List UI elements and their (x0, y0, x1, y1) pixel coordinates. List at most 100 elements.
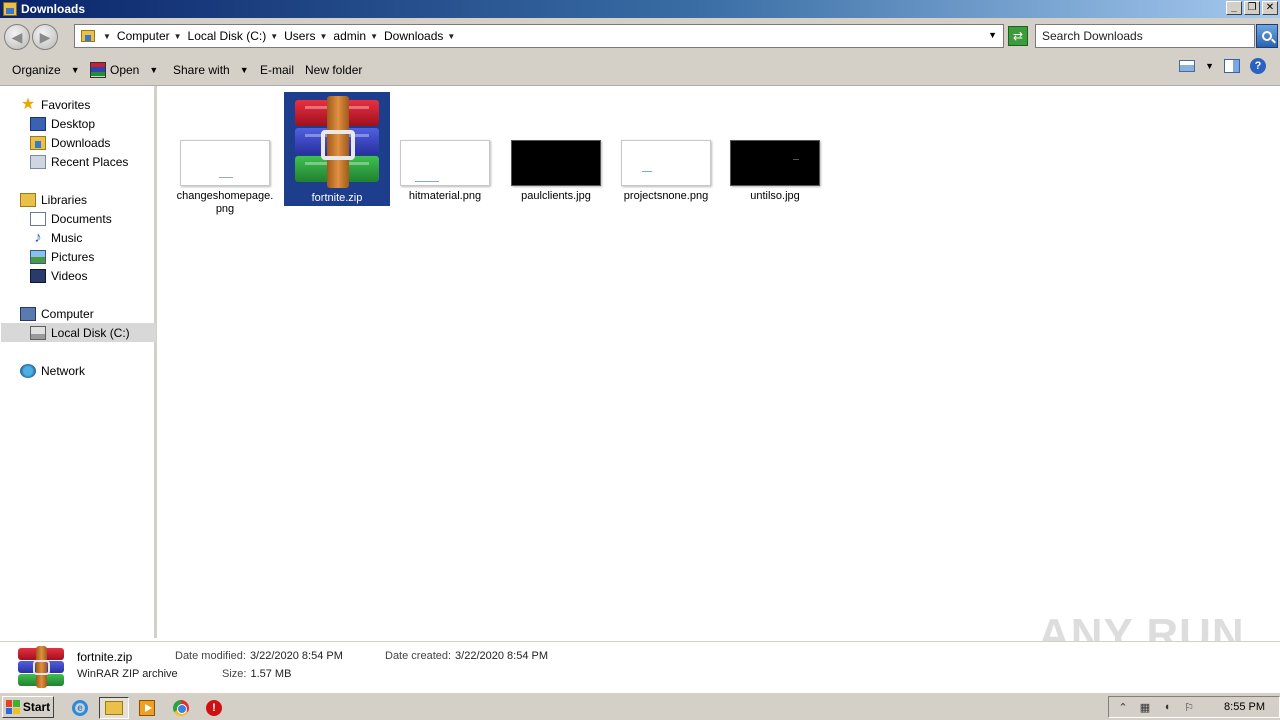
file-name: changeshomepage. png (176, 190, 274, 215)
open-button[interactable]: Open ▼ (86, 58, 162, 82)
downloads-folder-icon (81, 30, 95, 42)
minimize-button[interactable]: _ (1226, 1, 1242, 15)
forward-arrow-icon: ▶ (39, 28, 51, 45)
help-icon[interactable]: ? (1250, 58, 1266, 74)
search-icon (1262, 31, 1272, 41)
nav-downloads[interactable]: Downloads (30, 133, 110, 152)
chrome-icon (173, 700, 189, 716)
taskbar-chrome[interactable] (169, 697, 193, 719)
preview-pane-icon[interactable] (1224, 59, 1240, 73)
chevron-down-icon: ▼ (270, 31, 279, 41)
explorer-folder-icon (105, 701, 123, 715)
file-name: paulclients.jpg (521, 190, 591, 202)
network-status-icon[interactable]: ▦ (1137, 700, 1153, 714)
email-button[interactable]: E-mail (256, 58, 298, 82)
image-thumbnail (400, 140, 490, 186)
file-list[interactable]: changeshomepage. png fortnite.zip hitmat… (160, 86, 1280, 638)
command-bar: Organize ▼ Open ▼ Share with ▼ E-mail New f… (0, 54, 1280, 86)
file-item-projectsnone[interactable]: projectsnone.png (613, 140, 719, 203)
chevron-down-icon: ▼ (103, 31, 111, 41)
details-size: Size: 1.57 MB (222, 668, 292, 680)
nav-music[interactable]: ♪ Music (30, 228, 82, 247)
file-name: hitmaterial.png (408, 190, 482, 202)
computer-icon (20, 306, 36, 321)
chevron-down-icon: ▼ (70, 64, 80, 75)
network-icon (20, 363, 36, 378)
taskbar-stop-app[interactable]: ! (202, 697, 226, 719)
documents-icon (30, 211, 46, 226)
clock[interactable]: 8:55 PM (1224, 701, 1265, 713)
show-hidden-icons-icon[interactable]: ⌃ (1115, 700, 1131, 714)
back-button[interactable]: ◀ (4, 24, 30, 50)
back-arrow-icon: ◀ (11, 28, 23, 45)
file-item-untilso[interactable]: untilso.jpg (722, 140, 828, 203)
nav-recent-places[interactable]: Recent Places (30, 152, 128, 171)
chevron-down-icon: ▼ (173, 31, 182, 41)
address-bar[interactable]: ▼ Computer ▼ Local Disk (C:) ▼ Users ▼ admi… (74, 24, 1004, 48)
file-item-paulclients[interactable]: paulclients.jpg (503, 140, 609, 203)
details-file-type: WinRAR ZIP archive (77, 668, 178, 680)
address-row: ◀ ▶ ▼ Computer ▼ Local Disk (C:) ▼ Users ▼ … (0, 18, 1280, 54)
videos-icon (30, 268, 46, 283)
nav-documents[interactable]: Documents (30, 209, 112, 228)
breadcrumb-root-arrow[interactable]: ▼ (99, 32, 117, 41)
winrar-icon (90, 61, 106, 78)
nav-network[interactable]: Network (20, 361, 85, 380)
volume-icon[interactable]: ◖ (1159, 700, 1175, 714)
search-input[interactable]: Search Downloads (1035, 24, 1255, 48)
search-button[interactable] (1256, 24, 1278, 48)
file-item-changeshomepage[interactable]: changeshomepage. png (172, 140, 278, 216)
restore-button[interactable]: ❐ (1244, 1, 1260, 15)
start-button[interactable]: Start (2, 696, 54, 718)
windows-logo-icon (5, 700, 20, 714)
nav-desktop[interactable]: Desktop (30, 114, 95, 133)
address-history-dropdown[interactable]: ▼ (988, 30, 997, 40)
winrar-archive-icon (18, 646, 64, 688)
taskbar-windows-explorer[interactable] (99, 697, 129, 719)
file-name: projectsnone.png (623, 190, 709, 202)
folder-icon (3, 2, 17, 16)
nav-videos[interactable]: Videos (30, 266, 87, 285)
close-button[interactable]: ✕ (1262, 1, 1278, 15)
refresh-icon: ⇄ (1012, 29, 1024, 43)
nav-computer[interactable]: Computer (20, 304, 94, 323)
new-folder-button[interactable]: New folder (301, 58, 366, 82)
chevron-down-icon: ▼ (149, 64, 159, 75)
breadcrumb-downloads[interactable]: Downloads ▼ (384, 29, 461, 43)
share-with-button[interactable]: Share with ▼ (169, 58, 253, 82)
chevron-down-icon: ▼ (370, 31, 379, 41)
change-view-icon[interactable] (1179, 60, 1196, 72)
taskbar-media-player[interactable] (135, 697, 159, 719)
details-pane: fortnite.zip WinRAR ZIP archive Date mod… (0, 641, 1280, 691)
details-date-created: Date created: 3/22/2020 8:54 PM (385, 650, 549, 662)
forward-button[interactable]: ▶ (32, 24, 58, 50)
libraries-icon (20, 192, 36, 207)
desktop-icon (30, 116, 46, 131)
details-date-modified: Date modified: 3/22/2020 8:54 PM (175, 650, 343, 662)
taskbar: Start e ! ⌃ ▦ ◖ ⚐ 8:55 PM (0, 692, 1280, 720)
nav-favorites[interactable]: ★ Favorites (20, 95, 91, 114)
organize-button[interactable]: Organize ▼ (8, 58, 84, 82)
file-name: fortnite.zip (311, 192, 363, 204)
title-bar[interactable]: Downloads _ ❐ ✕ (0, 0, 1280, 18)
nav-pictures[interactable]: Pictures (30, 247, 94, 266)
toolbar-right: ▼ ? (1179, 58, 1266, 74)
media-player-icon (139, 700, 155, 716)
file-item-hitmaterial[interactable]: hitmaterial.png (392, 140, 498, 203)
view-dropdown-icon[interactable]: ▼ (1205, 61, 1214, 71)
nav-local-disk[interactable]: Local Disk (C:) (1, 323, 156, 342)
breadcrumb-local-disk[interactable]: Local Disk (C:) ▼ (188, 29, 285, 43)
breadcrumb-users[interactable]: Users ▼ (284, 29, 333, 43)
downloads-folder-icon (30, 135, 46, 150)
navigation-pane[interactable]: ★ Favorites Desktop Downloads Recent Plac… (0, 86, 157, 638)
breadcrumb-admin[interactable]: admin ▼ (333, 29, 384, 43)
image-thumbnail (180, 140, 270, 186)
chevron-down-icon: ▼ (239, 64, 249, 75)
file-item-fortnite-zip[interactable]: fortnite.zip (284, 92, 390, 206)
taskbar-internet-explorer[interactable]: e (68, 697, 92, 719)
refresh-button[interactable]: ⇄ (1008, 26, 1028, 46)
nav-libraries[interactable]: Libraries (20, 190, 87, 209)
breadcrumb-computer[interactable]: Computer ▼ (117, 29, 188, 43)
pictures-icon (30, 249, 46, 264)
action-center-flag-icon[interactable]: ⚐ (1181, 700, 1197, 714)
